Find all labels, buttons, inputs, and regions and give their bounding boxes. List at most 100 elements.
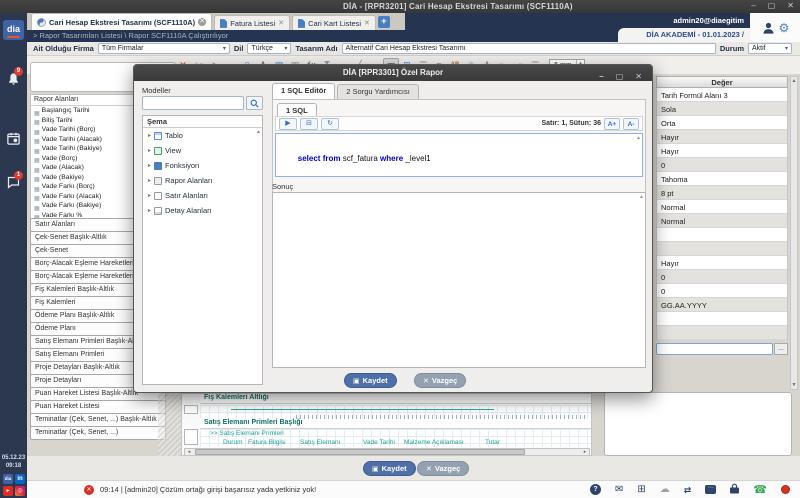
gear-icon[interactable]: ⚙ bbox=[779, 21, 790, 35]
refresh-button[interactable]: ↻ bbox=[321, 118, 339, 130]
tab-close-icon[interactable]: ✕ bbox=[278, 19, 284, 27]
maximize-icon[interactable]: ▢ bbox=[616, 69, 624, 85]
tab-fatura-listesi[interactable]: Fatura Listesi ✕ bbox=[214, 15, 290, 30]
tree-item[interactable]: ▸ View bbox=[143, 143, 262, 158]
dia-mini-icon[interactable]: dia bbox=[3, 474, 13, 484]
add-tab-button[interactable]: + bbox=[378, 16, 390, 28]
scroll-down-icon[interactable]: ▼ bbox=[791, 382, 797, 388]
column-header[interactable]: Malzeme Açıklaması bbox=[404, 439, 464, 446]
mail-icon[interactable]: ✉ bbox=[615, 484, 623, 496]
scroll-left-icon[interactable]: ◂ bbox=[185, 449, 193, 455]
expand-icon[interactable]: ▸ bbox=[148, 177, 151, 184]
tree-item[interactable]: ▸ Detay Alanları bbox=[143, 203, 262, 218]
tasarim-adi-input[interactable]: Alternatif Cari Hesap Ekstresi Tasarımı bbox=[342, 43, 716, 54]
scroll-up-icon[interactable]: ▲ bbox=[256, 129, 261, 135]
property-value-cell[interactable]: Sola bbox=[657, 102, 787, 116]
query-result-area[interactable]: ▲ bbox=[272, 192, 646, 368]
sidebar-section[interactable]: Puan Hareket Listesi bbox=[30, 400, 166, 414]
property-value-cell[interactable]: 0 bbox=[657, 270, 787, 284]
instagram-icon[interactable]: ◎ bbox=[15, 486, 25, 496]
vertical-scrollbar[interactable]: ▲ ▼ bbox=[790, 76, 798, 390]
property-value-cell[interactable]: Orta bbox=[657, 116, 787, 130]
tree-item[interactable]: ▸ Rapor Alanları bbox=[143, 173, 262, 188]
expand-icon[interactable]: ▸ bbox=[148, 147, 151, 154]
scroll-up-icon[interactable]: ▲ bbox=[639, 194, 644, 200]
tab-close-icon[interactable]: ✕ bbox=[364, 19, 370, 27]
property-value-cell[interactable] bbox=[657, 242, 787, 256]
support-chat-icon[interactable]: ⋯ bbox=[705, 485, 716, 494]
durum-select[interactable]: Aktif▾ bbox=[748, 43, 792, 54]
tab-cari-kart-listesi[interactable]: Cari Kart Listesi ✕ bbox=[292, 15, 376, 30]
band-fis-kalemleri-altligi[interactable]: Fiş Kalemleri Altlığı bbox=[200, 394, 591, 404]
transfer-icon[interactable]: ⇄ bbox=[684, 484, 692, 496]
sidebar-section[interactable]: Teminatlar (Çek, Senet, ...) Başlık-Altl… bbox=[30, 413, 166, 427]
dialog-save-button[interactable]: ▣ Kaydet bbox=[344, 373, 397, 388]
cloud-icon[interactable]: ☁ bbox=[660, 484, 670, 496]
scroll-up-icon[interactable]: ▲ bbox=[791, 78, 797, 84]
tab-sorgu-yardimcisi[interactable]: 2 Sorgu Yardımcısı bbox=[337, 84, 419, 99]
tab-cari-hesap-ekstresi[interactable]: Cari Hesap Ekstresi Tasarımı (SCF1110A) … bbox=[31, 13, 212, 30]
scroll-up-icon[interactable]: ▲ bbox=[636, 135, 641, 141]
firma-select[interactable]: Tüm Firmalar▾ bbox=[98, 43, 230, 54]
tab-sql-editor[interactable]: 1 SQL Editör bbox=[272, 83, 335, 99]
expand-icon[interactable]: ▸ bbox=[148, 162, 151, 169]
cancel-button[interactable]: ✕ Vazgeç bbox=[417, 461, 469, 476]
property-value-cell[interactable] bbox=[657, 326, 787, 340]
dialog-cancel-button[interactable]: ✕ Vazgeç bbox=[414, 373, 466, 388]
row-handle[interactable] bbox=[184, 429, 198, 445]
ellipsis-button[interactable]: ... bbox=[774, 343, 788, 355]
calculator-icon[interactable]: ⊞ bbox=[637, 484, 645, 496]
column-header[interactable]: Durum bbox=[223, 439, 243, 446]
horizontal-scrollbar[interactable]: ◂ ▸ bbox=[184, 448, 590, 456]
property-value-cell[interactable]: 0 bbox=[657, 158, 787, 172]
expand-icon[interactable]: ▸ bbox=[148, 207, 151, 214]
export-button[interactable]: ⊟ bbox=[300, 118, 318, 130]
column-header[interactable]: Satış Elemanı bbox=[300, 439, 340, 446]
calendar-icon[interactable] bbox=[5, 131, 22, 151]
expand-icon[interactable]: ▸ bbox=[148, 192, 151, 199]
model-search-input[interactable] bbox=[142, 96, 244, 110]
property-value-cell[interactable]: 8 pt bbox=[657, 186, 787, 200]
lock-icon[interactable] bbox=[730, 481, 739, 498]
scrollbar-thumb[interactable] bbox=[195, 449, 525, 455]
scroll-right-icon[interactable]: ▸ bbox=[581, 449, 589, 455]
sql-code-editor[interactable]: select from scf_fatura where _level1 ▲ bbox=[275, 133, 643, 177]
sidebar-section[interactable]: Teminatlar (Çek, Senet, ...) bbox=[30, 426, 166, 440]
save-button[interactable]: ▣ Kaydet bbox=[363, 461, 416, 476]
user-card[interactable]: ⚙ bbox=[750, 13, 800, 42]
property-value-cell[interactable]: GG.AA.YYYY bbox=[657, 298, 787, 312]
column-header[interactable]: Vade Tarihi bbox=[363, 439, 395, 446]
expand-icon[interactable]: ▸ bbox=[148, 132, 151, 139]
property-value-cell[interactable]: Hayır bbox=[657, 144, 787, 158]
property-value-cell[interactable]: Normal bbox=[657, 200, 787, 214]
row-handle[interactable] bbox=[184, 405, 198, 414]
close-icon[interactable]: ✕ bbox=[787, 1, 794, 10]
dialog-titlebar[interactable]: DİA [RPR3301] Özel Rapor – ▢ ✕ bbox=[134, 65, 652, 81]
property-value-cell[interactable]: Hayır bbox=[657, 130, 787, 144]
property-value-input[interactable] bbox=[656, 343, 773, 355]
property-value-cell[interactable]: Tahoma bbox=[657, 172, 787, 186]
close-icon[interactable]: ✕ bbox=[635, 69, 642, 85]
run-query-button[interactable]: ▶ bbox=[279, 118, 297, 130]
minimize-icon[interactable]: – bbox=[599, 69, 603, 85]
youtube-icon[interactable]: ▸ bbox=[3, 486, 13, 496]
band-satis-elemani-primleri-basligi[interactable]: Satış Elemanı Primleri Başlığı bbox=[200, 419, 591, 429]
dil-select[interactable]: Türkçe▾ bbox=[247, 43, 291, 54]
property-value-cell[interactable]: Hayır bbox=[657, 256, 787, 270]
logged-in-user[interactable]: admin20@diaegitim bbox=[673, 16, 744, 25]
font-increase-button[interactable]: A+ bbox=[604, 118, 620, 130]
minimize-icon[interactable]: – bbox=[751, 1, 755, 10]
property-value-cell[interactable]: Tarih Formül Alanı 3 bbox=[657, 88, 787, 102]
tree-item[interactable]: ▸ Tablo bbox=[143, 128, 262, 143]
tab-sql[interactable]: 1 SQL bbox=[277, 103, 317, 117]
report-design-canvas[interactable]: Fiş Kalemleri Altlığı Satış Elemanı Prim… bbox=[181, 393, 592, 456]
property-value-cell[interactable] bbox=[657, 312, 787, 326]
phone-icon[interactable]: ☎ bbox=[753, 484, 767, 496]
column-header[interactable]: Fatura Bilgisi bbox=[248, 439, 286, 446]
search-button[interactable] bbox=[246, 96, 263, 110]
column-header[interactable]: Tutar bbox=[485, 439, 500, 446]
record-icon[interactable] bbox=[781, 485, 790, 494]
property-value-cell[interactable]: 0 bbox=[657, 284, 787, 298]
help-icon[interactable]: ? bbox=[590, 484, 601, 495]
linkedin-icon[interactable]: in bbox=[15, 474, 25, 484]
